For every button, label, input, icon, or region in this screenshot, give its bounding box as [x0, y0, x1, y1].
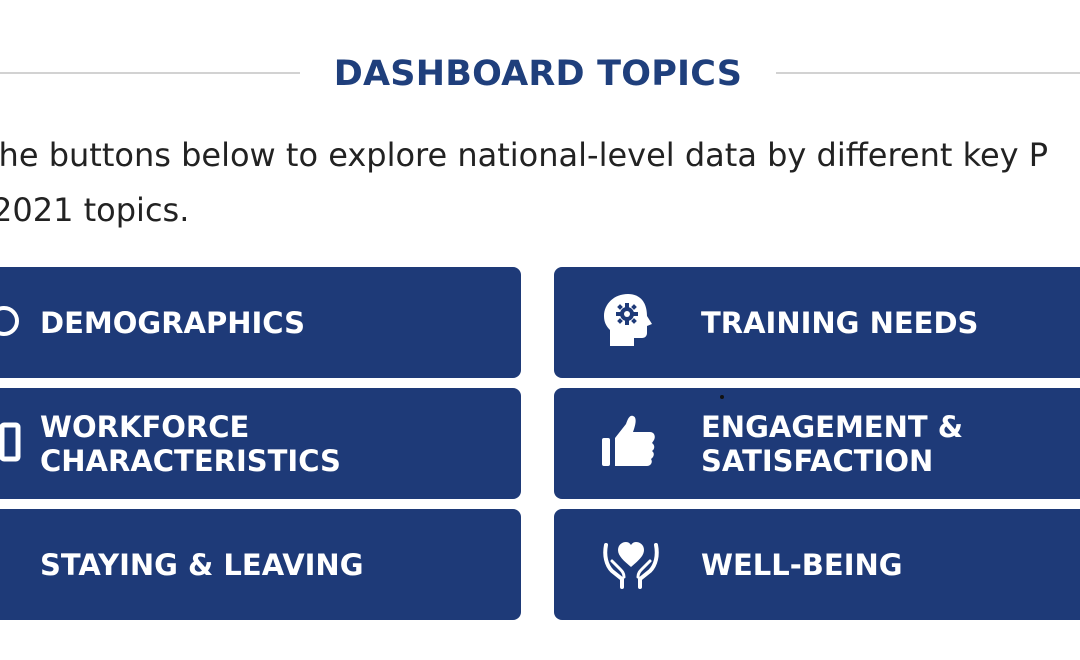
topic-label-line: STAYING & LEAVING [40, 547, 364, 582]
topic-label: WORKFORCE CHARACTERISTICS [40, 388, 341, 499]
cursor-dot [720, 395, 724, 399]
topic-label: WELL-BEING [701, 509, 903, 620]
title-divider-left [0, 72, 300, 74]
intro-text-line-1: the buttons below to explore national-le… [0, 136, 1049, 174]
staying-leaving-button[interactable]: STAYING & LEAVING [0, 509, 521, 620]
thumbs-up-icon [598, 412, 658, 476]
title-divider-right [776, 72, 1080, 74]
topic-label: STAYING & LEAVING [40, 509, 364, 620]
topic-label: DEMOGRAPHICS [40, 267, 305, 378]
topic-label: ENGAGEMENT & SATISFACTION [701, 388, 963, 499]
topic-label-line: WORKFORCE [40, 409, 250, 444]
topic-label: TRAINING NEEDS [701, 267, 978, 378]
topic-label-line: DEMOGRAPHICS [40, 305, 305, 340]
intro-text-line-2: 2021 topics. [0, 191, 190, 229]
person-icon [0, 301, 24, 345]
dashboard-topics-section: DASHBOARD TOPICS the buttons below to ex… [0, 0, 1080, 660]
demographics-button[interactable]: DEMOGRAPHICS [0, 267, 521, 378]
topic-label-line: ENGAGEMENT & [701, 409, 964, 444]
topic-label-line: SATISFACTION [701, 443, 934, 478]
topic-label-line: WELL-BEING [701, 547, 903, 582]
engagement-satisfaction-button[interactable]: ENGAGEMENT & SATISFACTION [554, 388, 1080, 499]
training-needs-button[interactable]: TRAINING NEEDS [554, 267, 1080, 378]
door-icon [0, 543, 14, 587]
briefcase-icon [0, 417, 24, 471]
section-title: DASHBOARD TOPICS [333, 54, 743, 94]
topic-label-line: CHARACTERISTICS [40, 443, 341, 478]
topic-label-line: TRAINING NEEDS [701, 305, 979, 340]
well-being-button[interactable]: WELL-BEING [554, 509, 1080, 620]
head-brain-icon [598, 290, 660, 356]
workforce-characteristics-button[interactable]: WORKFORCE CHARACTERISTICS [0, 388, 521, 499]
hands-heart-icon [598, 533, 664, 597]
